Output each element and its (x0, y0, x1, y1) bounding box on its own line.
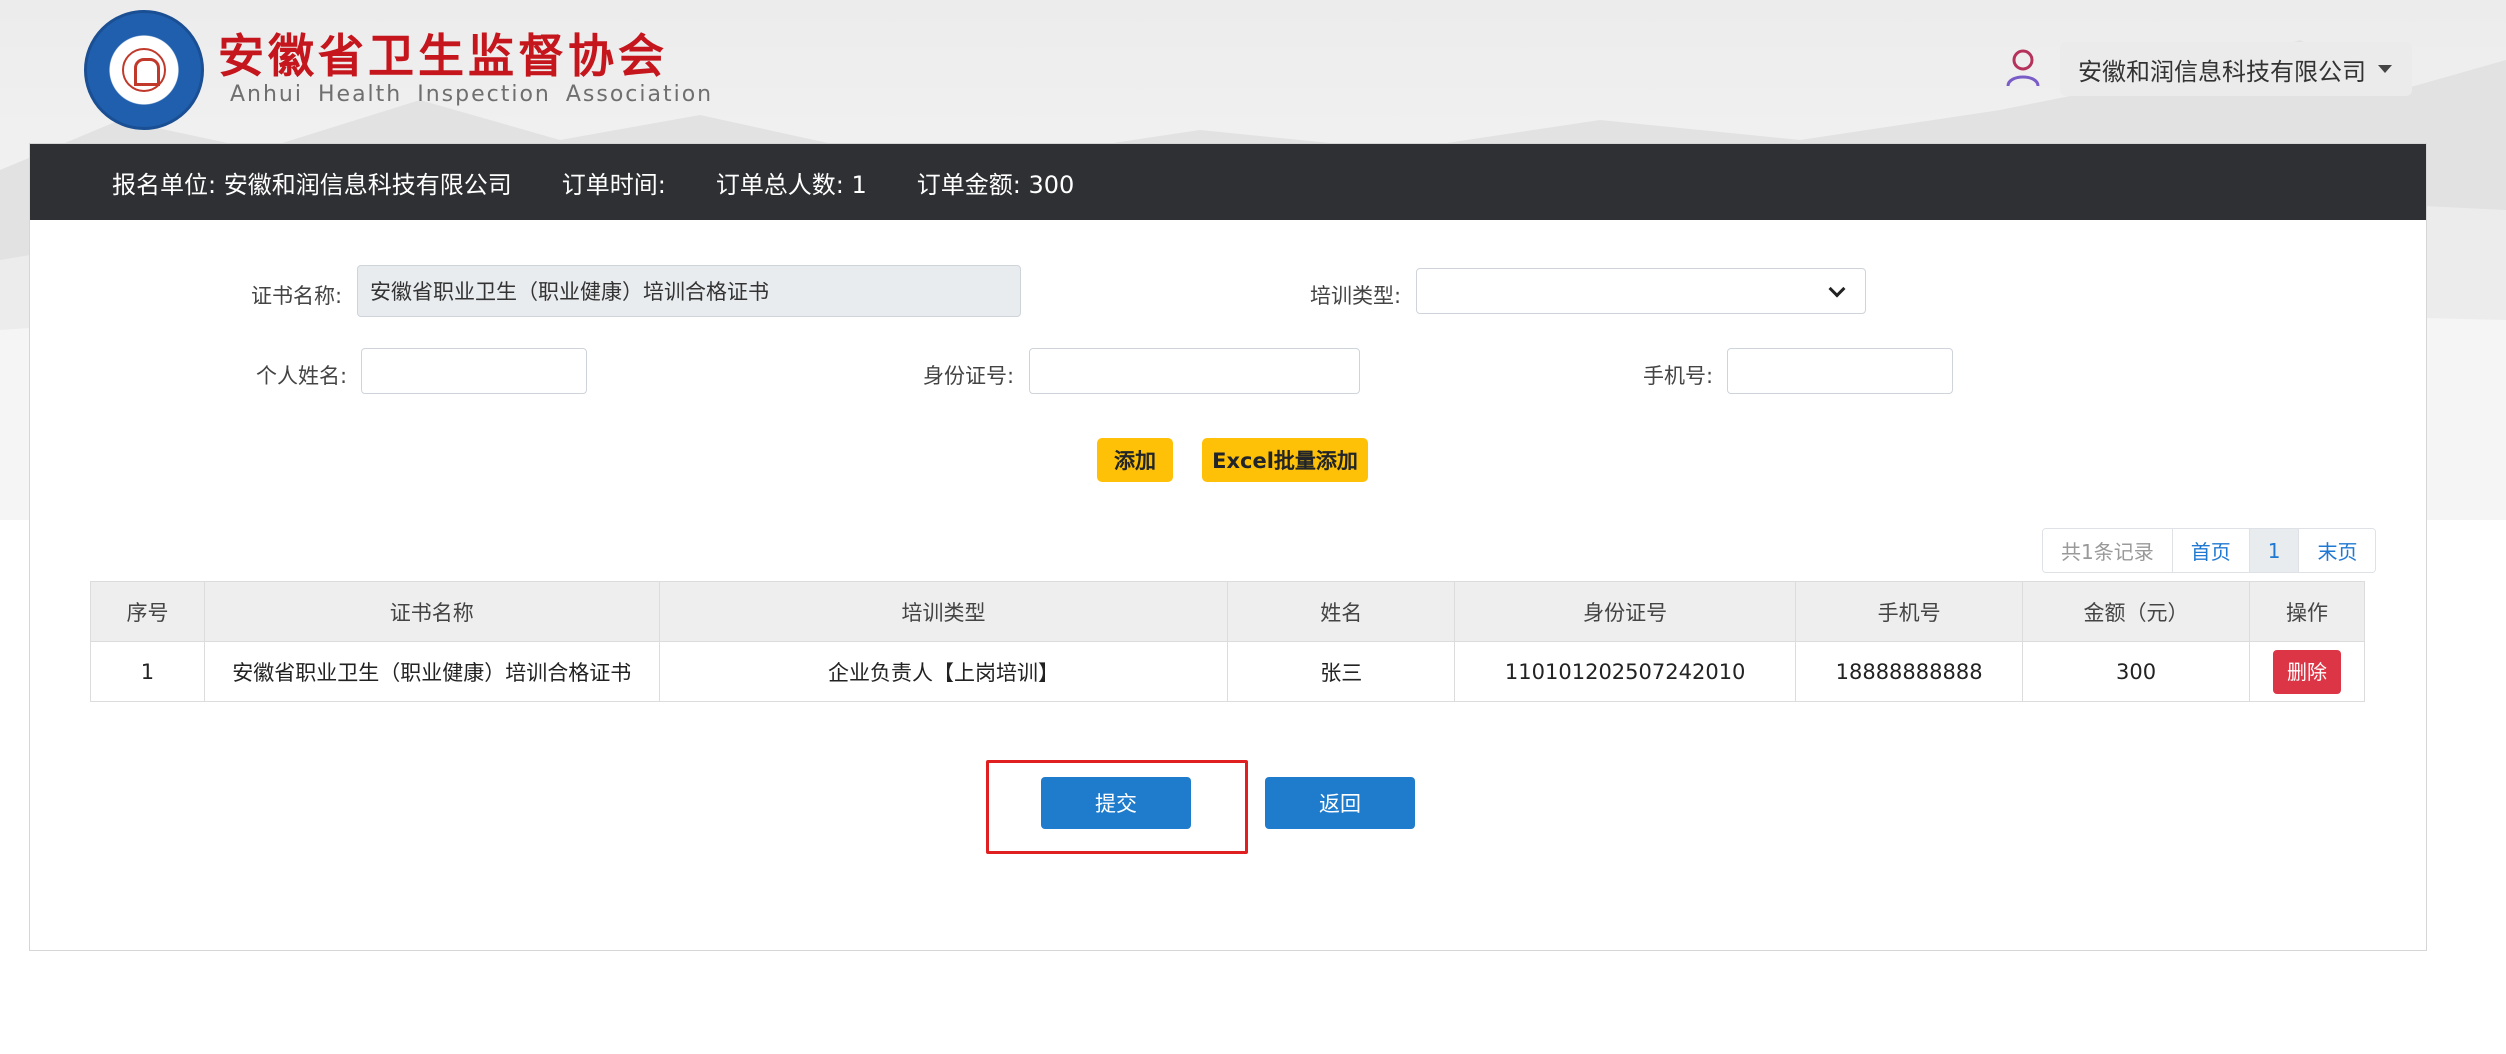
cell-cert-name: 安徽省职业卫生（职业健康）培训合格证书 (203, 641, 660, 702)
pagination-page-1[interactable]: 1 (2248, 529, 2299, 572)
order-table: 序号 证书名称 培训类型 姓名 身份证号 手机号 金额（元） 操作 1 安徽省职… (90, 581, 2366, 702)
add-button[interactable]: 添加 (1097, 438, 1173, 482)
order-info-bar: 报名单位: 安徽和润信息科技有限公司 订单时间: 订单总人数: 1 订单金额: … (30, 144, 2426, 220)
delete-button[interactable]: 删除 (2272, 649, 2341, 694)
col-operation: 操作 (2248, 581, 2366, 642)
col-id-number: 身份证号 (1454, 581, 1797, 642)
col-amount: 金额（元） (2022, 581, 2250, 642)
col-index: 序号 (90, 581, 205, 642)
cell-index: 1 (90, 641, 205, 702)
cell-phone: 18888888888 (1795, 641, 2024, 702)
order-time: 订单时间: (561, 170, 666, 199)
col-cert-name: 证书名称 (203, 581, 660, 642)
cell-operation: 删除 (2248, 641, 2366, 702)
user-company-name: 安徽和润信息科技有限公司 (2078, 57, 2366, 86)
col-training-type: 培训类型 (658, 581, 1229, 642)
cert-name-value: 安徽省职业卫生（职业健康）培训合格证书 (370, 280, 769, 304)
cell-id-number: 110101202507242010 (1454, 641, 1797, 702)
user-account-dropdown[interactable]: 安徽和润信息科技有限公司 (2060, 42, 2412, 96)
submit-button[interactable]: 提交 (1041, 777, 1191, 829)
id-number-label: 身份证号: (923, 364, 1015, 388)
logo-emblem-icon (122, 48, 166, 92)
cell-training-type: 企业负责人【上岗培训】 (658, 641, 1229, 702)
phone-input[interactable] (1727, 348, 1953, 394)
pagination-last[interactable]: 末页 (2298, 529, 2376, 572)
pagination-first[interactable]: 首页 (2171, 529, 2249, 572)
association-logo (84, 10, 204, 130)
order-total-people: 订单总人数: 1 (715, 170, 867, 199)
excel-batch-add-button[interactable]: Excel批量添加 (1202, 438, 1368, 482)
cert-name-label: 证书名称: (251, 284, 343, 308)
back-button[interactable]: 返回 (1265, 777, 1415, 829)
personal-name-input[interactable] (361, 348, 587, 394)
chevron-down-icon (1828, 280, 1846, 298)
training-type-label: 培训类型: (1310, 284, 1402, 308)
cell-amount: 300 (2022, 641, 2250, 702)
phone-label: 手机号: (1643, 364, 1714, 388)
table-header-row: 序号 证书名称 培训类型 姓名 身份证号 手机号 金额（元） 操作 (90, 581, 2366, 642)
caret-down-icon (2378, 65, 2392, 73)
order-unit: 报名单位: 安徽和润信息科技有限公司 (112, 170, 512, 199)
col-phone: 手机号 (1795, 581, 2024, 642)
user-icon (2005, 48, 2041, 88)
site-subtitle: Anhui Health Inspection Association (230, 82, 714, 107)
id-number-input[interactable] (1029, 348, 1360, 394)
col-name: 姓名 (1227, 581, 1456, 642)
pagination: 共1条记录 首页 1 末页 (2042, 528, 2377, 573)
cert-name-field[interactable]: 安徽省职业卫生（职业健康）培训合格证书 (357, 265, 1021, 317)
pagination-summary: 共1条记录 (2043, 529, 2172, 572)
personal-name-label: 个人姓名: (256, 364, 348, 388)
cell-name: 张三 (1227, 641, 1456, 702)
site-title: 安徽省卫生监督协会 (218, 29, 668, 83)
order-card: 报名单位: 安徽和润信息科技有限公司 订单时间: 订单总人数: 1 订单金额: … (29, 143, 2427, 951)
training-type-select[interactable] (1416, 268, 1866, 314)
order-amount: 订单金额: 300 (916, 170, 1075, 199)
table-row: 1 安徽省职业卫生（职业健康）培训合格证书 企业负责人【上岗培训】 张三 110… (90, 641, 2366, 702)
